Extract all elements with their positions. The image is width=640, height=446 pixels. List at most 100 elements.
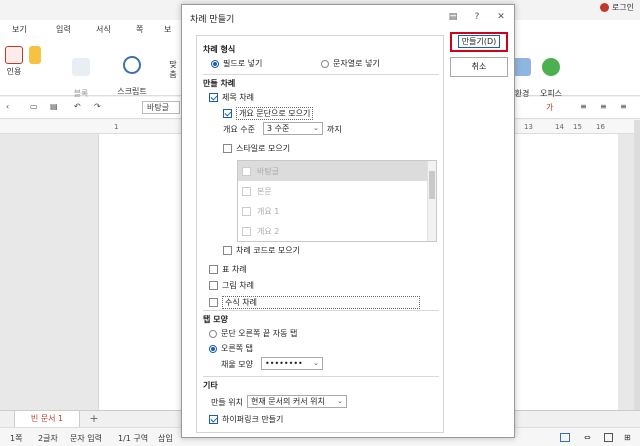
- listbox-scrollbar[interactable]: [427, 161, 436, 241]
- position-row: 만들 위치: [211, 397, 243, 408]
- outline-para-checkbox[interactable]: 개요 문단으로 모으기: [223, 107, 314, 120]
- fill-shape-value: ••••••••: [265, 359, 303, 368]
- style-collect-checkbox[interactable]: 스타일로 모으기: [223, 143, 290, 154]
- cite-button[interactable]: 인용: [4, 46, 24, 77]
- undo-icon[interactable]: ↶: [74, 102, 81, 111]
- view-normal-icon[interactable]: [560, 433, 570, 442]
- ruler-mark: 16: [596, 123, 605, 131]
- ruler-mark: 15: [573, 123, 582, 131]
- list-item-checkbox[interactable]: [242, 166, 251, 176]
- position-value: 현재 문서의 커서 위치: [251, 397, 325, 406]
- heading-toc-checkbox[interactable]: 제목 차례: [209, 92, 254, 103]
- outline-level-row: 개요 수준: [223, 124, 255, 135]
- list-item-label: 본문: [257, 186, 272, 196]
- document-tab[interactable]: 빈 문서 1: [14, 411, 80, 428]
- menu-more[interactable]: 보: [164, 24, 171, 35]
- fill-shape-select[interactable]: •••••••• ⌄: [261, 357, 323, 370]
- table-toc-checkbox[interactable]: 표 차례: [209, 264, 247, 275]
- script-icon: [123, 56, 141, 74]
- scrollbar-thumb[interactable]: [429, 171, 435, 199]
- outline-para-box[interactable]: [223, 109, 232, 118]
- equation-toc-box[interactable]: [209, 298, 218, 307]
- radio-right-tab[interactable]: 오른쪽 탭: [209, 343, 253, 354]
- table-toc-box[interactable]: [209, 265, 218, 274]
- equation-toc-label: 수식 차례: [222, 296, 420, 309]
- hyperlink-box[interactable]: [209, 415, 218, 424]
- hyperlink-checkbox[interactable]: 하이퍼링크 만들기: [209, 414, 283, 425]
- divider: [203, 310, 439, 311]
- align-left-icon[interactable]: ≡: [580, 102, 587, 111]
- radio-string-control[interactable]: [321, 59, 329, 68]
- paste-button[interactable]: [28, 46, 42, 67]
- radio-right-tab-control[interactable]: [209, 344, 217, 353]
- help-doc-icon[interactable]: ▤: [446, 10, 460, 24]
- heading-toc-box[interactable]: [209, 93, 218, 102]
- save-icon[interactable]: ▤: [50, 102, 58, 111]
- list-item-label: 개요 1: [257, 206, 280, 216]
- figure-toc-box[interactable]: [209, 281, 218, 290]
- login-label: 로그인: [611, 3, 634, 12]
- close-icon[interactable]: ✕: [494, 10, 508, 24]
- chevron-down-icon: ⌄: [313, 124, 319, 132]
- position-label: 만들 위치: [211, 398, 243, 407]
- menu-page[interactable]: 쪽: [136, 24, 143, 35]
- position-select[interactable]: 현재 문서의 커서 위치 ⌄: [247, 395, 347, 408]
- style-listbox[interactable]: 바탕글 본문 개요 1 개요 2: [237, 160, 437, 242]
- outline-para-label: 개요 문단으로 모으기: [236, 107, 314, 120]
- list-item-checkbox[interactable]: [242, 226, 251, 236]
- align-right-icon[interactable]: ≡: [620, 102, 627, 111]
- list-item-checkbox[interactable]: [242, 186, 251, 196]
- radio-field-control[interactable]: [211, 59, 219, 68]
- outline-level-suffix-row: 까지: [327, 124, 342, 135]
- status-insert: 삽입: [158, 434, 173, 443]
- list-item-checkbox[interactable]: [242, 206, 251, 216]
- question-icon[interactable]: ?: [470, 10, 484, 24]
- align-center-icon[interactable]: ≡: [600, 102, 607, 111]
- radio-auto-tab[interactable]: 문단 오른쪽 끝 자동 탭: [209, 328, 297, 339]
- menu-format[interactable]: 서식: [96, 24, 111, 35]
- list-item[interactable]: 본문: [238, 181, 436, 201]
- radio-auto-tab-label: 문단 오른쪽 끝 자동 탭: [221, 329, 298, 338]
- other-heading: 기타: [203, 381, 218, 390]
- list-item[interactable]: 개요 1: [238, 201, 436, 221]
- figure-toc-checkbox[interactable]: 그림 차례: [209, 280, 254, 291]
- left-arrow-icon[interactable]: ‹: [6, 102, 9, 111]
- partial-button[interactable]: 맞춤: [166, 60, 180, 80]
- paste-icon: [29, 46, 41, 64]
- fill-shape-label: 채울 모양: [221, 360, 253, 369]
- list-item-label: 바탕글: [257, 166, 280, 176]
- toc-code-box[interactable]: [223, 246, 232, 255]
- redo-icon[interactable]: ↷: [94, 102, 101, 111]
- partial-label: 맞춤: [169, 60, 177, 79]
- font-color-icon[interactable]: 가: [546, 102, 553, 113]
- radio-field[interactable]: 필드로 넣기: [211, 58, 262, 69]
- list-item-label: 개요 2: [257, 226, 280, 236]
- toc-code-label: 차례 코드로 모으기: [236, 246, 300, 255]
- create-button[interactable]: 만들기(D): [450, 32, 508, 52]
- list-item[interactable]: 개요 2: [238, 221, 436, 241]
- view-grid-icon[interactable]: ⊞: [624, 433, 631, 442]
- toc-code-checkbox[interactable]: 차례 코드로 모으기: [223, 245, 300, 256]
- style-select[interactable]: 바탕글: [142, 101, 180, 114]
- hyperlink-label: 하이퍼링크 만들기: [222, 415, 284, 424]
- menu-insert[interactable]: 입력: [56, 24, 71, 35]
- list-item[interactable]: 바탕글: [238, 161, 436, 181]
- status-page: 1쪽: [10, 434, 23, 443]
- outline-level-select[interactable]: 3 수준 ⌄: [263, 122, 323, 135]
- radio-auto-tab-control[interactable]: [209, 329, 217, 338]
- radio-string[interactable]: 문자열로 넣기: [321, 58, 380, 69]
- vertical-scrollbar[interactable]: [634, 120, 640, 410]
- menu-view[interactable]: 보기: [12, 24, 27, 35]
- print-icon[interactable]: ▭: [30, 102, 38, 111]
- chevron-down-icon: ⌄: [337, 397, 343, 405]
- outline-level-label: 개요 수준: [223, 125, 255, 134]
- cancel-button[interactable]: 취소: [450, 57, 508, 77]
- style-collect-box[interactable]: [223, 144, 232, 153]
- cube-icon: [513, 58, 531, 76]
- add-tab-button[interactable]: +: [86, 411, 102, 428]
- ruler-mark: 13: [524, 123, 533, 131]
- view-width-icon[interactable]: ⇔: [584, 433, 591, 442]
- view-page-icon[interactable]: [604, 433, 613, 442]
- login-button[interactable]: 로그인: [599, 2, 634, 13]
- equation-toc-checkbox[interactable]: 수식 차례: [209, 296, 420, 309]
